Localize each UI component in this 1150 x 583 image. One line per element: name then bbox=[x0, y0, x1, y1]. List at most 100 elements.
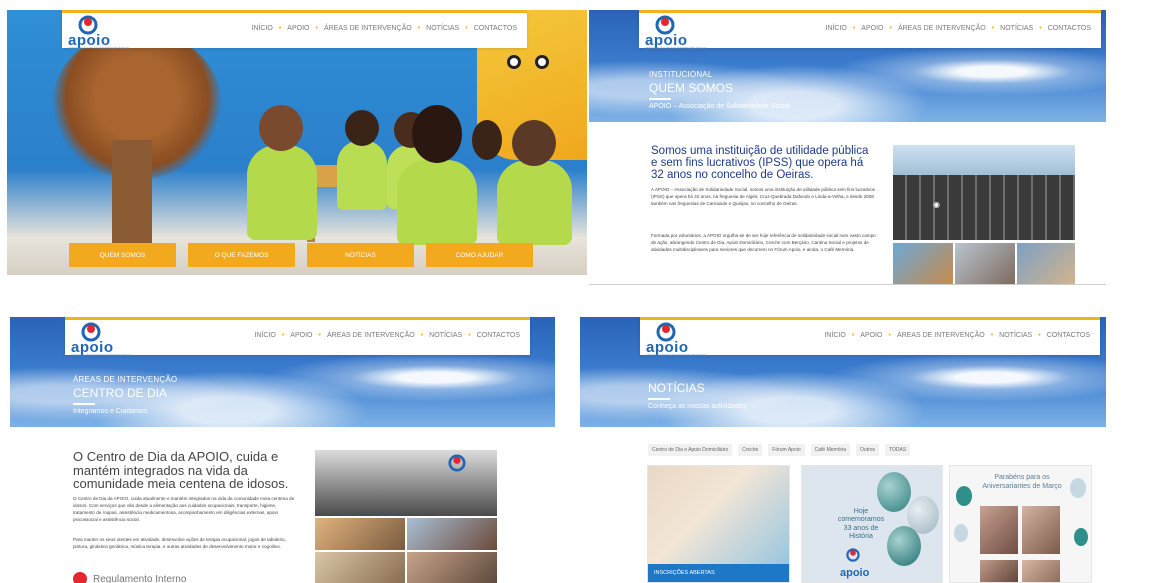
filter-outros[interactable]: Outros bbox=[856, 444, 880, 456]
menu-separator: • bbox=[851, 332, 855, 339]
menu-item-contactos[interactable]: CONTACTOS bbox=[1047, 332, 1090, 339]
home-action-buttons: QUEM SOMOS O QUE FAZEMOS NOTÍCIAS COMO A… bbox=[69, 243, 533, 267]
noticias-button[interactable]: NOTÍCIAS bbox=[307, 243, 414, 267]
title-underline bbox=[73, 403, 95, 405]
menu-separator: • bbox=[281, 332, 285, 339]
menu-separator: • bbox=[318, 332, 321, 339]
filter-todas[interactable]: TODAS bbox=[885, 444, 911, 456]
balloon-decoration bbox=[1070, 478, 1086, 498]
menu-item-contactos[interactable]: CONTACTOS bbox=[477, 332, 520, 339]
section-kicker: INSTITUCIONAL bbox=[649, 70, 713, 79]
activities-paragraph: Para manter os seus utentes em atividade… bbox=[73, 537, 286, 550]
menu-item-inicio[interactable]: INÍCIO bbox=[824, 332, 845, 339]
page-header: INSTITUCIONAL QUEM SOMOS APOIO – Associa… bbox=[649, 70, 790, 110]
intro-heading: Somos uma instituição de utilidade públi… bbox=[651, 145, 869, 182]
gallery-photo-4 bbox=[407, 552, 497, 583]
page-subtitle: Integramos e Cuidamos bbox=[73, 408, 148, 415]
main-menu: INÍCIO • APOIO • ÁREAS DE INTERVENÇÃO • NOT… bbox=[824, 332, 1090, 339]
filter-forum-apoio[interactable]: Fórum Apoio bbox=[768, 444, 805, 456]
menu-separator: • bbox=[278, 25, 282, 32]
title-underline bbox=[648, 398, 670, 400]
regulamento-label: Regulamento Interno bbox=[93, 573, 187, 583]
balloon-decoration bbox=[956, 486, 972, 506]
gallery-photo-2 bbox=[407, 518, 497, 550]
menu-item-apoio[interactable]: APOIO bbox=[287, 25, 309, 32]
menu-separator: • bbox=[1039, 25, 1042, 32]
balloon-decoration bbox=[1074, 528, 1088, 546]
balloon-decoration bbox=[877, 472, 911, 512]
menu-item-apoio[interactable]: APOIO bbox=[860, 332, 882, 339]
quem-somos-button[interactable]: QUEM SOMOS bbox=[69, 243, 176, 267]
main-navbar: apoio ASSOCIAÇÃO DE SOLIDARIEDADE SOCIAL… bbox=[640, 317, 1100, 357]
apoio-logo[interactable]: apoio ASSOCIAÇÃO DE SOLIDARIEDADE SOCIAL bbox=[646, 322, 708, 357]
birthday-photo-1 bbox=[980, 506, 1018, 554]
page-header: NOTÍCIAS Conheça as nossas actividades bbox=[648, 379, 746, 410]
home-screenshot: apoio ASSOCIAÇÃO DE SOLIDARIEDADE SOCIAL… bbox=[7, 10, 587, 275]
regulamento-link[interactable]: Regulamento Interno bbox=[73, 572, 186, 583]
intro-paragraph: A APOIO – Associação de Solidariedade So… bbox=[651, 187, 875, 207]
menu-item-inicio[interactable]: INÍCIO bbox=[254, 332, 275, 339]
news-card-label: INSCRIÇÕES ABERTAS bbox=[648, 564, 789, 582]
como-ajudar-button[interactable]: COMO AJUDAR bbox=[426, 243, 533, 267]
main-navbar: apoio ASSOCIAÇÃO DE SOLIDARIEDADE SOCIAL… bbox=[65, 317, 530, 357]
menu-item-contactos[interactable]: CONTACTOS bbox=[474, 25, 517, 32]
anniversary-text: Hoje comemoramos 33 anos de História bbox=[826, 508, 896, 542]
menu-item-noticias[interactable]: NOTÍCIAS bbox=[429, 332, 462, 339]
menu-item-areas[interactable]: ÁREAS DE INTERVENÇÃO bbox=[324, 25, 412, 32]
menu-item-noticias[interactable]: NOTÍCIAS bbox=[1000, 25, 1033, 32]
menu-separator: • bbox=[852, 25, 856, 32]
menu-item-noticias[interactable]: NOTÍCIAS bbox=[426, 25, 459, 32]
page-header: ÁREAS DE INTERVENÇÃO CENTRO DE DIA Integ… bbox=[73, 375, 177, 415]
intro-heading: O Centro de Dia da APOIO, cuida e mantém… bbox=[73, 449, 289, 492]
filter-creche[interactable]: Creche bbox=[738, 444, 763, 456]
anniversary-line: História bbox=[849, 533, 873, 541]
page-subtitle: APOIO – Associação de Solidariedade Soci… bbox=[649, 103, 790, 110]
page-title: QUEM SOMOS bbox=[649, 81, 734, 95]
main-menu: INÍCIO • APOIO • ÁREAS DE INTERVENÇÃO • NOT… bbox=[251, 25, 517, 32]
main-navbar: apoio ASSOCIAÇÃO DE SOLIDARIEDADE SOCIAL… bbox=[62, 10, 527, 50]
filter-cafe-memoria[interactable]: Café Memória bbox=[810, 444, 851, 456]
menu-item-areas[interactable]: ÁREAS DE INTERVENÇÃO bbox=[897, 332, 985, 339]
main-navbar: apoio ASSOCIAÇÃO DE SOLIDARIEDADE SOCIAL… bbox=[639, 10, 1101, 50]
menu-item-noticias[interactable]: NOTÍCIAS bbox=[999, 332, 1032, 339]
apoio-logo-icon bbox=[846, 548, 860, 562]
anniversary-line: Hoje bbox=[853, 508, 869, 515]
birthday-photo-4 bbox=[1022, 560, 1060, 582]
news-screenshot: apoio ASSOCIAÇÃO DE SOLIDARIEDADE SOCIAL… bbox=[580, 317, 1106, 583]
anniversary-line: 33 anos de bbox=[843, 524, 879, 532]
o-que-fazemos-button[interactable]: O QUE FAZEMOS bbox=[188, 243, 295, 267]
gallery-photo-3 bbox=[315, 552, 405, 583]
filter-centro-de-dia[interactable]: Centro de Dia e Apoio Domiciliário bbox=[648, 444, 733, 456]
main-menu: INÍCIO • APOIO • ÁREAS DE INTERVENÇÃO • NOT… bbox=[825, 25, 1091, 32]
apoio-logo[interactable]: apoio ASSOCIAÇÃO DE SOLIDARIEDADE SOCIAL bbox=[71, 322, 133, 357]
apoio-logo[interactable]: apoio ASSOCIAÇÃO DE SOLIDARIEDADE SOCIAL bbox=[68, 15, 130, 50]
news-card-inscricoes[interactable]: INSCRIÇÕES ABERTAS bbox=[647, 465, 790, 583]
news-category-filters: Centro de Dia e Apoio Domiciliário Crech… bbox=[648, 444, 911, 456]
news-card-parabens[interactable]: Parabéns para os Aniversariantes de Març… bbox=[949, 465, 1092, 583]
menu-separator: • bbox=[315, 25, 318, 32]
menu-separator: • bbox=[465, 25, 468, 32]
menu-item-inicio[interactable]: INÍCIO bbox=[825, 25, 846, 32]
section-kicker: ÁREAS DE INTERVENÇÃO bbox=[73, 375, 178, 384]
brand-tagline: ASSOCIAÇÃO DE SOLIDARIEDADE SOCIAL bbox=[646, 353, 708, 357]
menu-item-areas[interactable]: ÁREAS DE INTERVENÇÃO bbox=[898, 25, 986, 32]
menu-item-apoio[interactable]: APOIO bbox=[290, 332, 312, 339]
apoio-logo[interactable]: apoio ASSOCIAÇÃO DE SOLIDARIEDADE SOCIAL bbox=[645, 15, 707, 50]
menu-item-inicio[interactable]: INÍCIO bbox=[251, 25, 272, 32]
menu-item-areas[interactable]: ÁREAS DE INTERVENÇÃO bbox=[327, 332, 415, 339]
birthday-photo-2 bbox=[1022, 506, 1060, 554]
daycare-screenshot: apoio ASSOCIAÇÃO DE SOLIDARIEDADE SOCIAL… bbox=[10, 317, 555, 583]
menu-separator: • bbox=[991, 25, 995, 32]
balloon-decoration bbox=[954, 524, 968, 542]
gallery-photo-1 bbox=[315, 518, 405, 550]
news-card-aniversario[interactable]: Hoje comemoramos 33 anos de História apo… bbox=[801, 465, 943, 583]
gallery-photo-3 bbox=[1017, 243, 1075, 285]
services-paragraph: O Centro de Dia da APOIO, cuida atualmen… bbox=[73, 496, 295, 523]
menu-item-apoio[interactable]: APOIO bbox=[861, 25, 883, 32]
news-card-title: Parabéns para os Aniversariantes de Març… bbox=[982, 474, 1062, 490]
menu-item-contactos[interactable]: CONTACTOS bbox=[1048, 25, 1091, 32]
menu-separator: • bbox=[420, 332, 424, 339]
brand-tagline: ASSOCIAÇÃO DE SOLIDARIEDADE SOCIAL bbox=[71, 353, 133, 357]
apoio-logo: apoio bbox=[840, 548, 869, 579]
menu-separator: • bbox=[468, 332, 471, 339]
